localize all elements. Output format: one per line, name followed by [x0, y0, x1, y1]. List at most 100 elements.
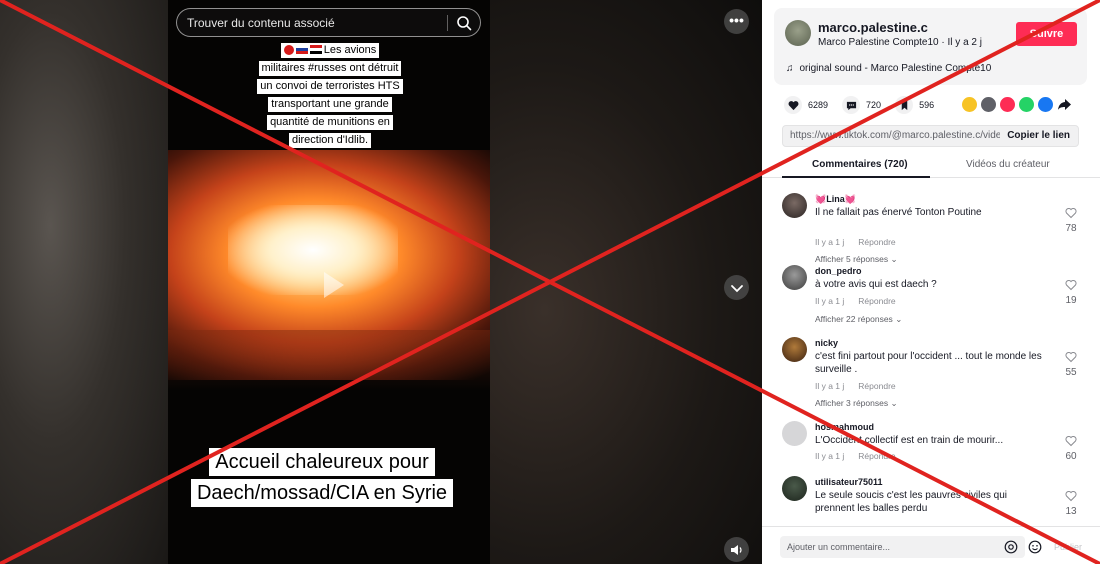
like-count: 6289 [808, 100, 829, 110]
video-link[interactable]: https://www.tiktok.com/@marco.palestine.… [790, 130, 1000, 141]
show-replies-button[interactable]: Afficher 22 réponses ⌄ [815, 314, 902, 325]
caption-line: un convoi de terroristes HTS [257, 79, 403, 94]
comment-input[interactable] [780, 536, 1025, 558]
heart-icon[interactable] [784, 96, 802, 114]
heart-outline-icon[interactable] [1065, 351, 1077, 363]
author-subline: Marco Palestine Compte10 · Il y a 2 j [818, 37, 982, 48]
details-panel: marco.palestine.c Marco Palestine Compte… [762, 0, 1100, 564]
sound-title[interactable]: original sound - Marco Palestine Compte1… [800, 63, 992, 74]
caption-line: militaires #russes ont détruit [258, 61, 402, 76]
save-stat[interactable]: 596 [895, 96, 934, 114]
comment-stat[interactable]: 720 [842, 96, 881, 114]
commenter-avatar[interactable] [782, 337, 807, 362]
reply-button[interactable]: Répondre [858, 237, 895, 247]
comment-meta: Il y a 1 j Répondre [815, 296, 910, 306]
comment-meta: Il y a 1 j Répondre [815, 381, 910, 391]
show-replies-button[interactable]: Afficher 5 réponses ⌄ [815, 254, 898, 265]
reply-button[interactable]: Répondre [858, 296, 895, 306]
comment-count: 720 [866, 100, 882, 110]
caption-line: direction d'Idlib. [288, 133, 372, 148]
search-input[interactable] [187, 15, 442, 30]
bookmark-icon[interactable] [895, 96, 914, 114]
comment-like-count: 78 [1065, 223, 1077, 234]
repost-icon[interactable] [962, 97, 977, 112]
author-card: marco.palestine.c Marco Palestine Compte… [774, 8, 1087, 85]
comment-text: c'est fini partout pour l'occident ... t… [815, 351, 1042, 375]
facebook-icon[interactable] [1038, 97, 1053, 112]
reply-button[interactable]: Répondre [858, 381, 895, 391]
comment-icon[interactable] [842, 96, 861, 114]
heart-outline-icon[interactable] [1065, 279, 1077, 291]
caption-line: Accueil chaleureux pour [209, 448, 435, 476]
more-options-button[interactable]: ••• [724, 9, 749, 34]
comment-meta: Il y a 1 j Répondre [815, 237, 910, 247]
heart-outline-icon[interactable] [1065, 435, 1077, 447]
search-bar[interactable] [176, 8, 481, 37]
tab-comments[interactable]: Commentaires (720) [812, 159, 908, 170]
heart-outline-icon[interactable] [1065, 490, 1077, 502]
commenter-name[interactable]: utilisateur75011 [815, 477, 883, 487]
commenter-name[interactable]: hosmahmoud [815, 422, 874, 432]
search-divider [447, 15, 448, 31]
heart-outline-icon[interactable] [1065, 207, 1077, 219]
commenter-name[interactable]: 💓Lina💓 [815, 194, 856, 205]
caption-line: transportant une grande [268, 97, 392, 112]
caption-line: Daech/mossad/CIA en Syrie [190, 479, 454, 507]
commenter-name[interactable]: nicky [815, 338, 838, 348]
search-icon[interactable] [456, 15, 472, 31]
caption-text: Les avions [323, 44, 377, 56]
follow-button[interactable]: Suivre [1016, 22, 1077, 46]
show-replies-button[interactable]: Afficher 3 réponses ⌄ [815, 398, 898, 409]
comment-time: Il y a 1 j [815, 451, 845, 461]
play-icon[interactable] [314, 267, 350, 303]
tabs: Commentaires (720) Vidéos du créateur [762, 154, 1100, 178]
comment-text: L'Occident collectif est en train de mou… [815, 435, 1004, 446]
share-arrow-icon[interactable] [1057, 97, 1072, 112]
music-note-icon: ♫ [786, 63, 794, 74]
comment-text: Le seule soucis c'est les pauvres civile… [815, 490, 1008, 514]
caption-line: Les avions [280, 43, 380, 58]
commenter-avatar[interactable] [782, 265, 807, 290]
commenter-avatar[interactable] [782, 193, 807, 218]
next-video-button[interactable] [724, 275, 749, 300]
send-icon[interactable] [1000, 97, 1015, 112]
comment-list: 💓Lina💓 Il ne fallait pas énervé Tonton P… [762, 180, 1100, 520]
like-stat[interactable]: 6289 [784, 96, 828, 114]
commenter-avatar[interactable] [782, 476, 807, 501]
blurred-background-right [490, 0, 762, 564]
volume-button[interactable] [724, 537, 749, 562]
save-count: 596 [919, 100, 935, 110]
post-comment-button[interactable]: Publier [1054, 542, 1082, 552]
tab-creator-videos[interactable]: Vidéos du créateur [966, 159, 1050, 170]
mention-icon[interactable] [1004, 540, 1018, 554]
post-time: Il y a 2 j [947, 37, 982, 48]
video-caption-bottom: Accueil chaleureux pour Daech/mossad/CIA… [176, 448, 468, 510]
comment-meta: Il y a 1 j Répondre [815, 451, 910, 461]
comment-like-count: 55 [1065, 367, 1077, 378]
ground-glow [168, 330, 490, 390]
comment-time: Il y a 1 j [815, 296, 845, 306]
reply-button[interactable]: Répondre [858, 451, 895, 461]
comment-time: Il y a 1 j [815, 381, 845, 391]
commenter-avatar[interactable] [782, 421, 807, 446]
copy-link-button[interactable]: Copier le lien [1007, 130, 1070, 141]
fire-core [228, 205, 398, 295]
commenter-name[interactable]: don_pedro [815, 266, 862, 276]
chevron-down-icon: ⌄ [895, 314, 903, 324]
comment-like-count: 19 [1065, 295, 1077, 306]
show-replies-label: Afficher 5 réponses [815, 254, 889, 264]
comment-text: à votre avis qui est daech ? [815, 279, 937, 290]
sound-row[interactable]: ♫ original sound - Marco Palestine Compt… [786, 63, 991, 74]
comment-time: Il y a 1 j [815, 237, 845, 247]
whatsapp-icon[interactable] [1019, 97, 1034, 112]
video-area: Les avions militaires #russes ont détrui… [0, 0, 762, 564]
chevron-down-icon: ⌄ [890, 254, 898, 264]
embed-icon[interactable] [981, 97, 996, 112]
author-avatar[interactable] [785, 20, 811, 46]
emoji-icon[interactable] [1028, 540, 1042, 554]
author-handle[interactable]: marco.palestine.c [818, 20, 928, 35]
flags-emoji [283, 45, 322, 56]
stats-row: 6289 720 596 [784, 96, 948, 114]
comment-text: Il ne fallait pas énervé Tonton Poutine [815, 207, 982, 218]
blurred-background-left [0, 0, 168, 564]
